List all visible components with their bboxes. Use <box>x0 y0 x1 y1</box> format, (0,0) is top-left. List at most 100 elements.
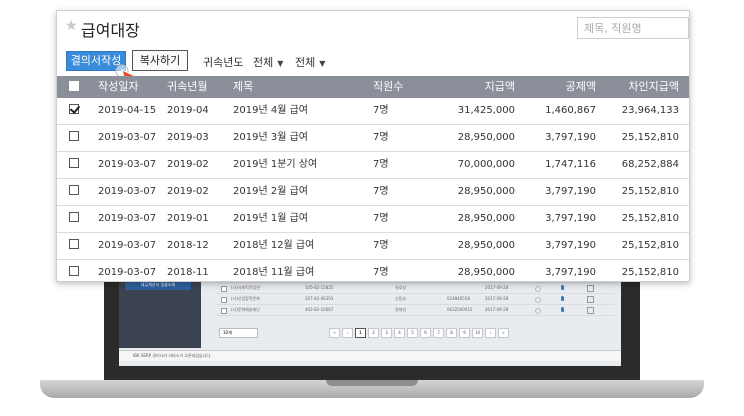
select-all-checkbox[interactable] <box>69 76 83 98</box>
cell-deduct: 3,797,190 <box>545 132 596 143</box>
row-checkbox[interactable] <box>69 98 83 124</box>
cell-title[interactable]: 2018년 12월 급여 <box>233 233 314 259</box>
cell-date: 2019-03-07 <box>98 159 157 170</box>
background-cell: (사)사회적기업연 <box>231 285 260 290</box>
header-period[interactable]: 귀속년월 <box>167 76 207 98</box>
row-checkbox[interactable] <box>69 125 83 151</box>
cell-title[interactable]: 2019년 2월 급여 <box>233 179 308 205</box>
pager-prev-icon: ‹ <box>342 328 353 338</box>
header-date[interactable]: 작성일자 <box>98 76 138 98</box>
header-gross[interactable]: 지급액 <box>485 76 515 98</box>
pager-first-icon: « <box>329 328 340 338</box>
cell-title[interactable]: 2019년 1월 급여 <box>233 206 308 232</box>
cell-deduct: 3,797,190 <box>545 267 596 278</box>
cell-net: 23,964,133 <box>621 105 679 116</box>
cell-net: 68,252,884 <box>621 159 679 170</box>
cell-staff: 7명 <box>373 132 389 143</box>
cell-staff: 7명 <box>373 159 389 170</box>
row-checkbox[interactable] <box>69 179 83 205</box>
background-cell: 105-82-15825 <box>305 285 334 290</box>
row-checkbox[interactable] <box>69 233 83 259</box>
background-pager: « ‹ 1 2 3 4 5 6 7 8 9 10 › » <box>329 328 509 338</box>
cell-period: 2018-12 <box>167 240 209 251</box>
background-cell: 2017-09-28 <box>485 285 509 290</box>
cell-staff: 7명 <box>373 105 389 116</box>
header-deduct[interactable]: 공제액 <box>566 76 596 98</box>
background-cell: 0632500015 <box>447 307 473 312</box>
cell-net: 25,152,810 <box>621 267 679 278</box>
cell-staff: 7명 <box>373 213 389 224</box>
pager-last-icon: » <box>498 328 509 338</box>
create-resolution-button[interactable]: 결의서작성 <box>66 51 126 71</box>
background-row: (사)문화예술재단 402-82-10067 정재성 0632500015 20… <box>215 305 615 316</box>
map-pin-icon <box>561 296 564 301</box>
caret-down-icon: ▼ <box>319 59 326 68</box>
header-net[interactable]: 차인지급액 <box>628 76 679 98</box>
background-checkbox <box>221 308 227 314</box>
table-row[interactable]: 2019-03-07 2019-01 2019년 1월 급여 7명 28,950… <box>57 206 689 233</box>
background-cell: 402-82-10067 <box>305 307 334 312</box>
cell-period: 2019-04 <box>167 105 209 116</box>
row-checkbox[interactable] <box>69 206 83 232</box>
filter-label-period-year: 귀속년도 <box>203 56 244 69</box>
cell-period: 2018-11 <box>167 267 209 278</box>
cell-staff: 7명 <box>373 240 389 251</box>
background-row: (사)사회적기업연 105-82-15825 유호성 2017-09-28 <box>215 283 615 294</box>
cell-date: 2019-03-07 <box>98 240 157 251</box>
cell-deduct: 1,460,867 <box>545 105 596 116</box>
cell-title[interactable]: 2019년 3월 급여 <box>233 125 308 151</box>
background-page-size: 10개 <box>219 328 258 338</box>
filter-year-select[interactable]: 전체 ▼ <box>253 54 283 70</box>
background-cell: (사)문화예술재단 <box>231 307 260 312</box>
checkbox-icon <box>69 185 79 195</box>
pager-page: 1 <box>355 328 366 338</box>
header-staff[interactable]: 직원수 <box>373 76 403 98</box>
checkbox-checked-icon <box>69 104 79 114</box>
background-cell: 024846558 <box>447 296 470 301</box>
cell-deduct: 3,797,190 <box>545 240 596 251</box>
cell-title[interactable]: 2019년 4월 급여 <box>233 98 308 124</box>
search-input[interactable] <box>577 17 689 39</box>
table-row[interactable]: 2019-03-07 2019-03 2019년 3월 급여 7명 28,950… <box>57 125 689 152</box>
cell-deduct: 3,797,190 <box>545 186 596 197</box>
background-cell: 207-82-06393 <box>305 296 334 301</box>
row-checkbox[interactable] <box>69 260 83 281</box>
background-table: (사)우리민주발전 605-82-05183 김영수 590400 2017-0… <box>215 272 615 352</box>
copy-button[interactable]: 복사하기 <box>132 50 188 71</box>
table-row[interactable]: 2019-04-15 2019-04 2019년 4월 급여 7명 31,425… <box>57 98 689 125</box>
checkbox-icon <box>69 212 79 222</box>
checkbox-icon <box>69 81 79 91</box>
table-row[interactable]: 2019-03-07 2019-02 2019년 2월 급여 7명 28,950… <box>57 179 689 206</box>
background-row: (사)산업장학문화 207-82-06393 신동호 024846558 201… <box>215 294 615 305</box>
cell-date: 2019-03-07 <box>98 186 157 197</box>
table-row[interactable]: 2019-03-07 2018-11 2018년 11월 급여 7명 28,95… <box>57 260 689 281</box>
map-pin-icon <box>561 285 564 290</box>
pager-page: 3 <box>381 328 392 338</box>
background-cell: 유호성 <box>395 285 407 290</box>
cell-net: 25,152,810 <box>621 213 679 224</box>
table-row[interactable]: 2019-03-07 2019-02 2019년 1분기 상여 7명 70,00… <box>57 152 689 179</box>
cell-period: 2019-02 <box>167 159 209 170</box>
star-icon[interactable]: ★ <box>65 18 78 34</box>
cell-period: 2019-03 <box>167 132 209 143</box>
background-checkbox <box>221 297 227 303</box>
cell-date: 2019-03-07 <box>98 213 157 224</box>
table-row[interactable]: 2019-03-07 2018-12 2018년 12월 급여 7명 28,95… <box>57 233 689 260</box>
filter-month-select[interactable]: 전체 ▼ <box>295 54 325 70</box>
payroll-table: 작성일자 귀속년월 제목 직원수 지급액 공제액 차인지급액 2019-04-1… <box>57 76 689 281</box>
cell-title[interactable]: 2019년 1분기 상여 <box>233 152 317 178</box>
background-cell: (사)산업장학문화 <box>231 296 260 301</box>
circle-icon <box>535 286 541 292</box>
filter-year-value: 전체 <box>253 56 274 69</box>
cell-gross: 28,950,000 <box>457 240 515 251</box>
cell-gross: 31,425,000 <box>457 105 515 116</box>
cell-period: 2019-02 <box>167 186 209 197</box>
row-checkbox[interactable] <box>69 152 83 178</box>
pager-page: 6 <box>420 328 431 338</box>
edit-icon <box>587 307 594 314</box>
pager-page: 2 <box>368 328 379 338</box>
edit-icon <box>587 296 594 303</box>
header-title[interactable]: 제목 <box>233 76 253 98</box>
cell-title[interactable]: 2018년 11월 급여 <box>233 260 314 281</box>
cell-period: 2019-01 <box>167 213 209 224</box>
